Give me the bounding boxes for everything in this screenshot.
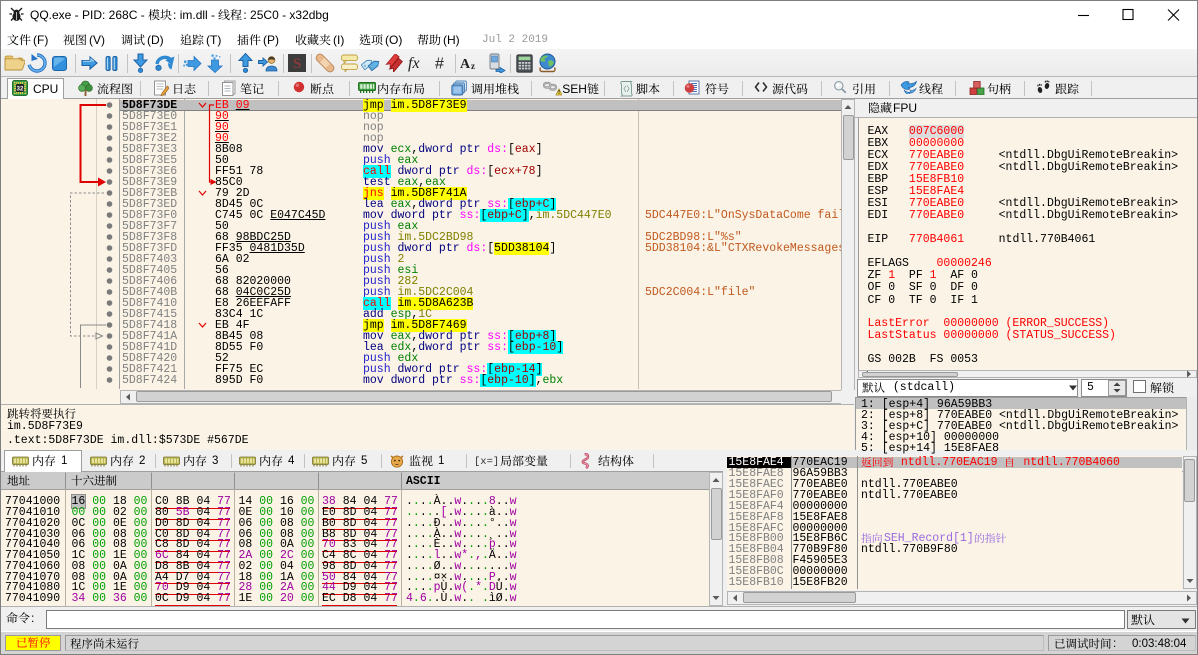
- svg-text:#: #: [435, 56, 444, 73]
- svg-text:S: S: [293, 56, 301, 72]
- svg-text:fx: fx: [408, 55, 420, 72]
- svg-text:32: 32: [17, 85, 24, 92]
- svg-text:A: A: [460, 57, 471, 71]
- svg-text:〈〉: 〈〉: [620, 85, 634, 94]
- svg-text:z: z: [471, 61, 475, 71]
- svg-text:!: !: [558, 90, 560, 96]
